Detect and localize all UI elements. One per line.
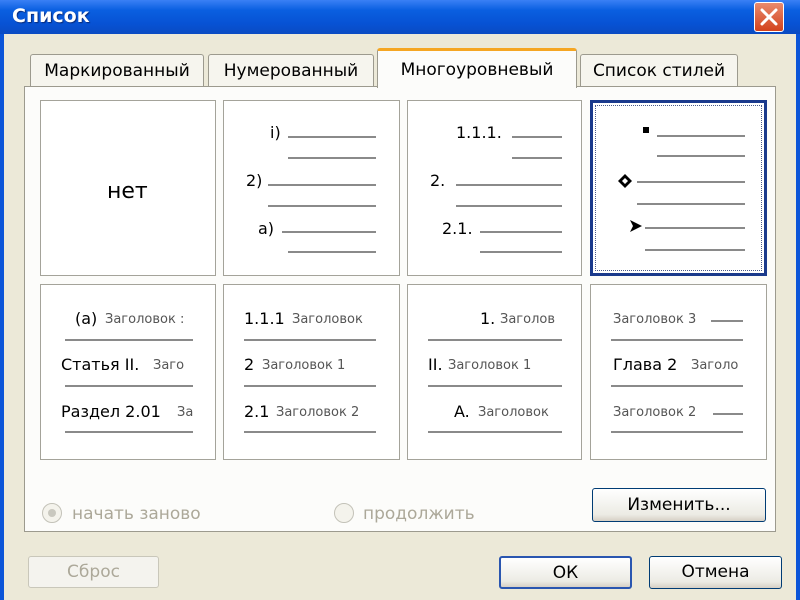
radio-dot — [48, 509, 56, 517]
continue-numbering-label: продолжить — [363, 504, 475, 524]
text-line — [428, 431, 562, 433]
restart-numbering-label: начать заново — [72, 504, 201, 524]
text-line — [268, 184, 376, 186]
window-border-right — [796, 34, 800, 600]
tab-multilevel[interactable]: Многоуровневый — [377, 48, 577, 88]
text-line — [657, 135, 745, 137]
continue-numbering-radio[interactable] — [334, 503, 354, 523]
text-line — [645, 227, 745, 229]
level-heading: Заголовок 1 — [262, 358, 346, 373]
ok-button[interactable]: ОК — [499, 556, 632, 589]
text-line — [611, 385, 743, 387]
tab-label: Маркированный — [44, 61, 190, 81]
level-number: Глава 2 — [613, 355, 678, 374]
text-line — [512, 157, 562, 159]
level-heading: За — [177, 405, 194, 420]
text-line — [288, 157, 376, 159]
text-line — [711, 320, 743, 322]
text-line — [637, 181, 745, 183]
window-title: Список — [12, 5, 90, 27]
text-line — [244, 385, 376, 387]
text-line — [611, 431, 743, 433]
text-line — [480, 231, 562, 233]
level-number: Статья II. — [61, 355, 140, 374]
title-bar: Список — [0, 0, 800, 34]
text-line — [657, 155, 745, 157]
level-number: II. — [428, 355, 443, 374]
text-line — [428, 339, 562, 341]
text-line — [456, 184, 562, 186]
level-number: 2) — [246, 171, 263, 190]
level-number: A. — [454, 402, 470, 421]
text-line — [268, 205, 376, 207]
level-number: Раздел 2.01 — [61, 402, 161, 421]
level-heading: Заголо — [691, 358, 739, 373]
text-line — [65, 385, 193, 387]
text-line — [282, 231, 376, 233]
text-line — [288, 136, 376, 138]
level-number: 1.1.1 — [244, 309, 285, 328]
text-line — [244, 431, 376, 433]
modify-button[interactable]: Изменить... — [592, 488, 766, 522]
level-number: 2. — [430, 171, 446, 190]
diamond-bullet-icon — [618, 174, 632, 188]
list-option-decimal-nested[interactable]: 1.1.1. 2. 2.1. — [407, 100, 582, 276]
cancel-button[interactable]: Отмена — [649, 556, 782, 589]
text-line — [512, 136, 562, 138]
tab-label: Список стилей — [592, 61, 726, 81]
list-option-roman-paren[interactable]: i) 2) a) — [223, 100, 400, 276]
text-line — [713, 413, 743, 415]
list-option-chapter-heading[interactable]: Заголовок 3 Глава 2 Заголо Заголовок 2 — [590, 284, 767, 460]
tab-numbered[interactable]: Нумерованный — [208, 54, 374, 86]
tab-label: Многоуровневый — [400, 60, 554, 80]
level-heading: Заголовок 3 — [613, 312, 697, 327]
list-option-none[interactable]: нет — [40, 100, 216, 276]
level-number: 2 — [244, 355, 255, 374]
level-heading: Заголовок 2 — [276, 405, 360, 420]
tab-list-styles[interactable]: Список стилей — [580, 54, 738, 86]
restart-numbering-radio[interactable] — [42, 503, 62, 523]
level-heading: Заголовок 1 — [448, 358, 532, 373]
text-line — [645, 249, 745, 251]
level-number: 1.1.1. — [456, 123, 502, 142]
none-label: нет — [107, 179, 148, 204]
text-line — [428, 385, 562, 387]
reset-button[interactable]: Сброс — [28, 556, 159, 588]
close-button[interactable] — [754, 2, 784, 32]
square-bullet-icon — [643, 127, 649, 133]
text-line — [288, 251, 376, 253]
level-number: (a) — [75, 309, 98, 328]
text-line — [65, 339, 193, 341]
tab-bulleted[interactable]: Маркированный — [30, 54, 204, 86]
level-heading: Заголовок — [292, 312, 363, 327]
text-line — [456, 205, 562, 207]
close-icon — [760, 8, 778, 26]
level-number: i) — [270, 123, 281, 142]
level-number: a) — [258, 219, 275, 238]
text-line — [244, 339, 376, 341]
level-heading: Заголовок — [478, 405, 549, 420]
level-heading: Заго — [153, 358, 185, 373]
text-line — [65, 431, 193, 433]
text-line — [637, 203, 745, 205]
arrow-bullet-icon — [630, 220, 642, 232]
list-option-heading-decimal[interactable]: 1.1.1 Заголовок 2 Заголовок 1 2.1 Заголо… — [223, 284, 400, 460]
level-number: 2.1. — [442, 219, 473, 238]
level-heading: Заголовок : — [105, 312, 185, 327]
level-heading: Заголовок 2 — [613, 405, 697, 420]
text-line — [480, 251, 562, 253]
tab-label: Нумерованный — [223, 61, 359, 81]
level-number: 1. — [480, 309, 496, 328]
level-number: 2.1 — [244, 402, 270, 421]
level-heading: Заголов — [500, 312, 556, 327]
list-option-symbol-bullets[interactable] — [590, 100, 767, 276]
list-option-heading-outline[interactable]: 1. Заголов II. Заголовок 1 A. Заголовок — [407, 284, 582, 460]
list-option-legal-article[interactable]: (a) Заголовок : Статья II. Заго Раздел 2… — [40, 284, 216, 460]
text-line — [611, 339, 743, 341]
window-border-left — [0, 34, 4, 600]
